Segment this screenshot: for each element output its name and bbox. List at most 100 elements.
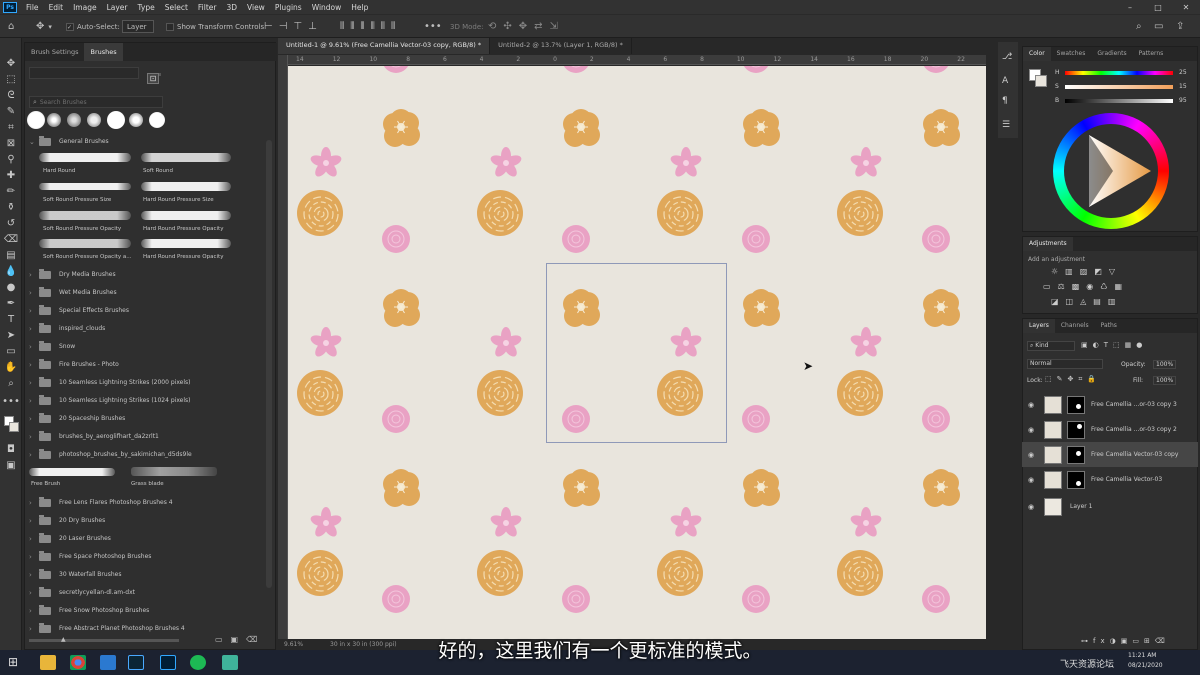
minimize-button[interactable]: – (1116, 0, 1144, 14)
distribute-buttons[interactable]: ⫴⫴⫴⫴⫴⫴ (340, 20, 401, 33)
brush-folder[interactable]: › 30 Waterfall Brushes (29, 566, 265, 583)
path-select-tool-icon[interactable]: ➤ (3, 328, 19, 342)
marquee-tool-icon[interactable]: ⬚ (3, 72, 19, 86)
auto-select-dropdown[interactable]: Layer (122, 20, 154, 33)
tab-adjustments[interactable]: Adjustments (1023, 237, 1073, 251)
tab-color[interactable]: Color (1023, 47, 1051, 61)
move-tool-icon[interactable]: ✥ ▾ (36, 20, 52, 33)
brush-stroke-preview[interactable] (39, 211, 131, 220)
background-color-swatch[interactable] (1035, 75, 1047, 87)
brush-folder[interactable]: › Special Effects Brushes (29, 302, 265, 319)
crop-tool-icon[interactable]: ⌗ (3, 120, 19, 134)
saturation-slider[interactable] (1065, 85, 1173, 89)
recent-brush-1[interactable] (27, 111, 45, 129)
eye-icon[interactable]: ◉ (1028, 451, 1038, 459)
color-wheel[interactable] (1053, 113, 1169, 229)
brush-size-field[interactable] (29, 67, 139, 79)
brush-folder[interactable]: › brushes_by_aeroglifhart_da2zrlt1 (29, 428, 265, 445)
menu-window[interactable]: Window (307, 3, 347, 12)
brush-folder[interactable]: › Free Lens Flares Photoshop Brushes 4 (29, 494, 265, 511)
slider-handle-icon[interactable]: ▲ (61, 636, 66, 643)
gradient-tool-icon[interactable]: ▤ (3, 248, 19, 262)
chrome-icon[interactable] (70, 655, 86, 670)
mail-icon[interactable] (100, 655, 116, 670)
recent-brush-4[interactable] (87, 113, 101, 127)
recent-brush-3[interactable] (67, 113, 81, 127)
eyedropper-tool-icon[interactable]: ⚲ (3, 152, 19, 166)
brightness-slider[interactable] (1065, 99, 1173, 103)
menu-type[interactable]: Type (133, 3, 160, 12)
adjustment-icons-row-3[interactable]: ◪◫◬▤▥ (1051, 297, 1122, 306)
brush-folder[interactable]: › Wet Media Brushes (29, 284, 265, 301)
recent-brush-2[interactable] (47, 113, 61, 127)
eye-icon[interactable]: ◉ (1028, 426, 1038, 434)
free-brush-preview[interactable] (29, 468, 115, 476)
eye-icon[interactable]: ◉ (1028, 476, 1038, 484)
tab-channels[interactable]: Channels (1055, 319, 1095, 333)
photoshop-taskbar-icon[interactable] (160, 655, 176, 670)
3d-mode-buttons[interactable]: ⟲✣✥⇄⇲ (488, 20, 565, 33)
adjustment-icons-row-2[interactable]: ▭⚖▩◉♺▦ (1043, 282, 1129, 291)
healing-tool-icon[interactable]: ✚ (3, 168, 19, 182)
pen-tool-icon[interactable]: ✒ (3, 296, 19, 310)
recent-brush-5[interactable] (107, 111, 125, 129)
menu-3d[interactable]: 3D (221, 3, 242, 12)
brush-search-input[interactable]: ⌕ Search Brushes (29, 96, 163, 108)
brush-stroke-preview[interactable] (141, 153, 231, 162)
home-icon[interactable]: ⌂ (8, 20, 14, 33)
more-options-icon[interactable]: ••• (424, 20, 442, 33)
tab-layers[interactable]: Layers (1023, 319, 1055, 333)
hand-tool-icon[interactable]: ✋ (3, 360, 19, 374)
layer-actions[interactable]: ⊶fx◑▣▭⊞⌫ (1081, 637, 1170, 645)
properties-icon[interactable]: ☰ (1002, 120, 1010, 130)
brush-stroke-preview[interactable] (39, 183, 131, 190)
tab-brushes[interactable]: Brushes (84, 43, 123, 61)
quick-select-tool-icon[interactable]: ✎ (3, 104, 19, 118)
brush-folder[interactable]: › 10 Seamless Lightning Strikes (1024 pix… (29, 392, 265, 409)
fill-value[interactable]: 100% (1153, 376, 1177, 385)
menu-view[interactable]: View (242, 3, 270, 12)
blend-mode-dropdown[interactable]: Normal (1027, 359, 1103, 369)
brush-stroke-preview[interactable] (141, 239, 231, 248)
brush-stroke-preview[interactable] (39, 239, 131, 248)
document-tab-1[interactable]: Untitled-1 @ 9.61% (Free Camellia Vector… (278, 38, 491, 54)
quick-mask-icon[interactable]: ◘ (3, 442, 19, 456)
search-icon[interactable]: ⌕ (1136, 20, 1142, 33)
brush-panel-actions[interactable]: ▭▣⌫ (215, 635, 265, 644)
blur-tool-icon[interactable]: 💧 (3, 264, 19, 278)
screen-mode-icon[interactable]: ▣ (3, 458, 19, 472)
layer-row[interactable]: ◉ Free Camellia ...or-03 copy 2 (1022, 417, 1198, 442)
brush-stroke-preview[interactable] (39, 153, 131, 162)
hue-slider[interactable] (1065, 71, 1173, 75)
paragraph-icon[interactable]: ¶ (1002, 96, 1008, 106)
character-icon[interactable]: A (1002, 76, 1008, 86)
brush-folder[interactable]: › inspired_clouds (29, 320, 265, 337)
recent-brush-6[interactable] (129, 113, 143, 127)
grass-blade-preview[interactable] (131, 467, 217, 476)
shape-tool-icon[interactable]: ▭ (3, 344, 19, 358)
close-button[interactable]: ✕ (1172, 0, 1200, 14)
brush-folder[interactable]: › 20 Dry Brushes (29, 512, 265, 529)
maximize-button[interactable]: □ (1144, 0, 1172, 14)
hue-value[interactable]: 25 (1179, 69, 1187, 76)
general-brushes-group[interactable]: ⌄ General Brushes (29, 133, 265, 150)
saturation-value[interactable]: 15 (1179, 83, 1187, 90)
brush-panel-scrollbar[interactable] (266, 140, 272, 588)
dodge-tool-icon[interactable]: ● (3, 280, 19, 294)
preview-size-slider[interactable] (29, 639, 179, 642)
share-icon[interactable]: ⇪ (1176, 20, 1184, 33)
lightroom-icon[interactable] (128, 655, 144, 670)
menu-help[interactable]: Help (346, 3, 373, 12)
menu-image[interactable]: Image (68, 3, 102, 12)
eraser-tool-icon[interactable]: ⌫ (3, 232, 19, 246)
stamp-tool-icon[interactable]: ⚱ (3, 200, 19, 214)
menu-edit[interactable]: Edit (44, 3, 69, 12)
zoom-tool-icon[interactable]: ⌕ (3, 376, 19, 390)
brush-folder[interactable]: › photoshop_brushes_by_sakimichan_d5ds9le (29, 446, 265, 463)
brush-folder[interactable]: › 20 Laser Brushes (29, 530, 265, 547)
menu-file[interactable]: File (21, 3, 44, 12)
layer-row[interactable]: ◉ Free Camellia Vector-03 (1022, 467, 1198, 492)
pattern-tile-selection[interactable] (546, 263, 727, 443)
menu-select[interactable]: Select (160, 3, 193, 12)
tab-patterns[interactable]: Patterns (1133, 47, 1170, 61)
